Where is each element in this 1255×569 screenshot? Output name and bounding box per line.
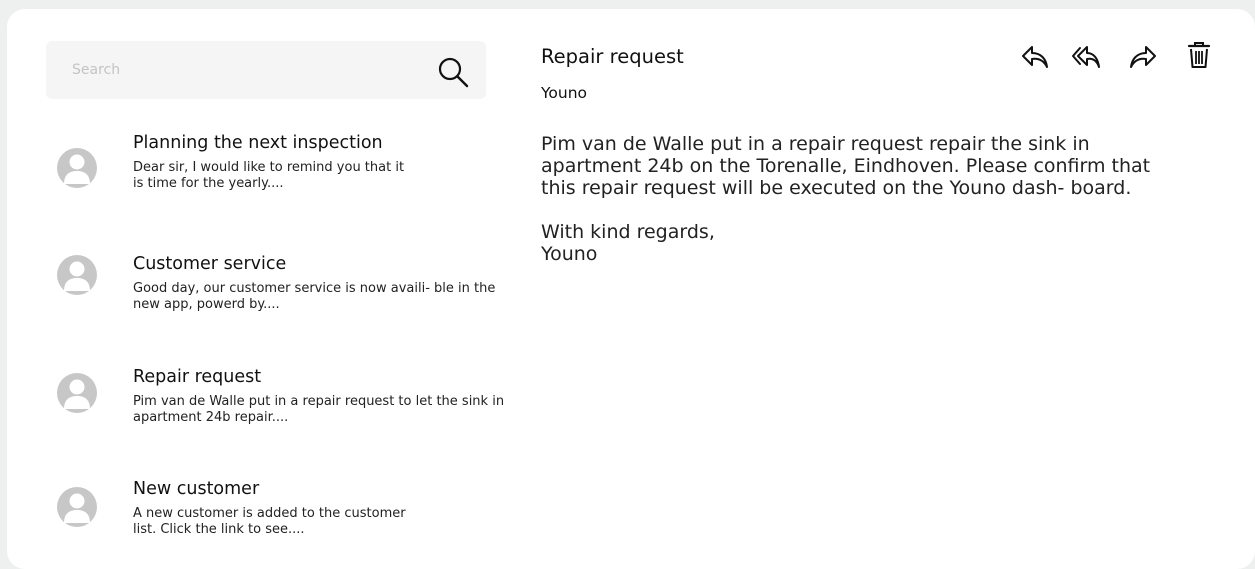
search-icon[interactable] (437, 56, 469, 88)
message-title: Customer service (133, 254, 287, 274)
message-item-planning[interactable]: Planning the next inspection Dear sir, I… (40, 133, 510, 223)
message-item-new-customer[interactable]: New customer A new customer is added to … (40, 479, 510, 569)
message-title: New customer (133, 479, 260, 499)
message-preview: Pim van de Walle put in a repair request… (133, 394, 505, 425)
avatar-icon (57, 487, 97, 527)
detail-subject: Repair request (541, 45, 684, 68)
avatar-icon (57, 148, 97, 188)
detail-closing: With kind regards, (541, 221, 715, 243)
detail-signature: Youno (541, 243, 598, 265)
message-item-repair-request[interactable]: Repair request Pim van de Walle put in a… (40, 367, 510, 457)
detail-body: Pim van de Walle put in a repair request… (541, 133, 1181, 265)
avatar-icon (57, 373, 97, 413)
avatar-icon (57, 255, 97, 295)
detail-body-text: Pim van de Walle put in a repair request… (541, 133, 1151, 199)
message-preview: A new customer is added to the customer … (133, 506, 406, 537)
reply-all-icon[interactable] (1071, 42, 1101, 72)
message-preview: Dear sir, I would like to remind you tha… (133, 160, 405, 191)
message-item-customer-service[interactable]: Customer service Good day, our customer … (40, 254, 510, 344)
trash-icon[interactable] (1184, 40, 1214, 70)
message-title: Planning the next inspection (133, 133, 383, 153)
reply-icon[interactable] (1020, 42, 1050, 72)
message-preview: Good day, our customer service is now av… (133, 281, 496, 312)
detail-sender: Youno (541, 84, 588, 102)
forward-icon[interactable] (1128, 42, 1158, 72)
message-title: Repair request (133, 367, 262, 387)
search-bar[interactable] (46, 41, 486, 99)
search-input[interactable] (70, 58, 414, 82)
